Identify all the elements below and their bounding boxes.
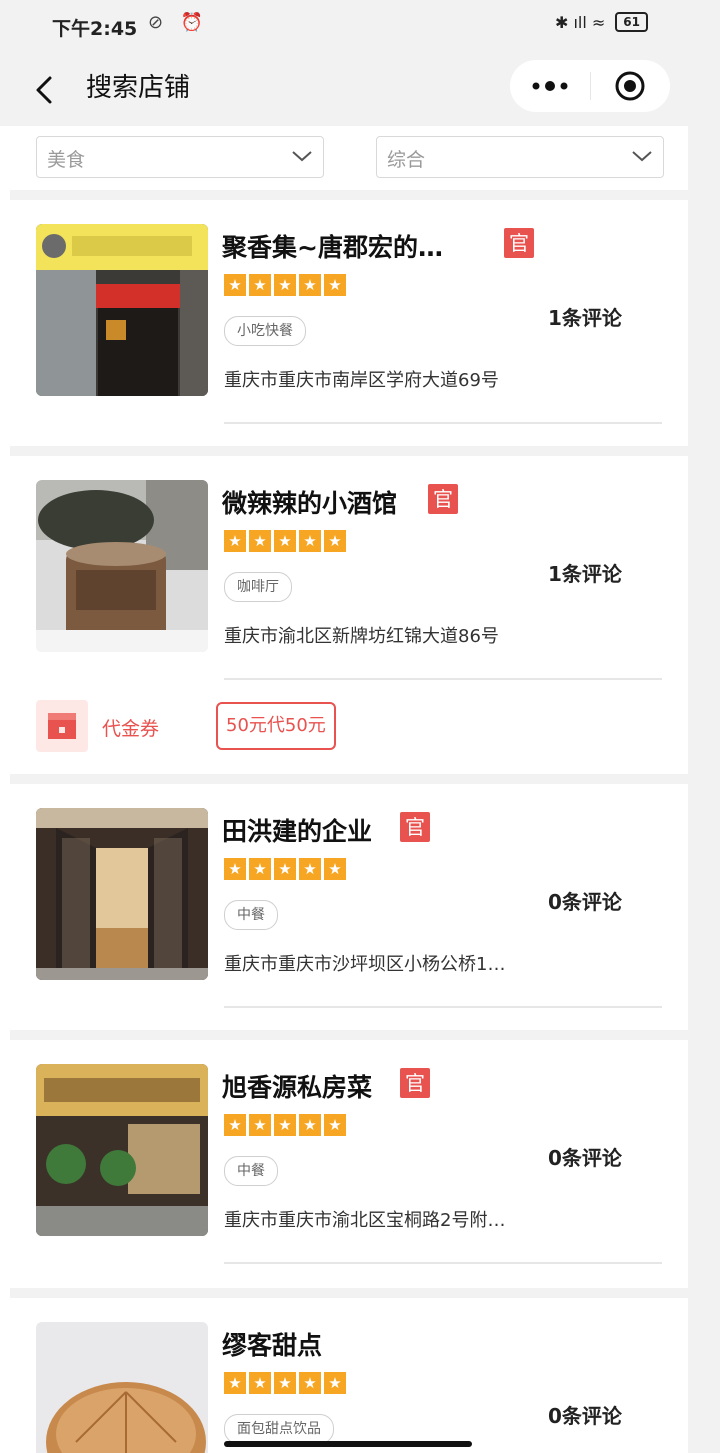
category-filter[interactable]: 美食 <box>36 136 324 178</box>
item-divider <box>224 1006 662 1008</box>
close-button[interactable] <box>591 60 669 112</box>
battery-icon: 61 <box>615 12 648 32</box>
shop-name: 缪客甜点 <box>222 1331 323 1360</box>
item-divider <box>224 1262 662 1264</box>
category-tag: 中餐 <box>224 1156 278 1186</box>
star-icon: ★ <box>299 1372 321 1394</box>
shop-item[interactable]: 缪客甜点 ★ ★ ★ ★ ★ 面包甜点饮品 0条评论 <box>10 1298 688 1453</box>
star-icon: ★ <box>324 858 346 880</box>
star-icon: ★ <box>299 530 321 552</box>
filter-bar: 美食 综合 <box>10 126 688 190</box>
voucher-offer-tag[interactable]: 50元代50元 <box>216 702 336 750</box>
shop-name: 田洪建的企业 <box>222 817 373 846</box>
more-dots-icon <box>532 81 568 91</box>
nav-bar: 搜索店铺 <box>0 54 688 126</box>
mini-program-capsule <box>510 60 670 112</box>
star-icon: ★ <box>224 530 246 552</box>
category-tag: 小吃快餐 <box>224 316 306 346</box>
category-tag: 咖啡厅 <box>224 572 292 602</box>
status-bar: 下午2:45 ⊘ ⏰ ✱ ıll ≈ 61 <box>0 0 688 54</box>
star-icon: ★ <box>224 1114 246 1136</box>
section-divider <box>10 774 688 784</box>
category-tag: 中餐 <box>224 900 278 930</box>
target-close-icon <box>615 71 645 101</box>
shop-photo <box>36 808 208 980</box>
rating-stars: ★ ★ ★ ★ ★ <box>224 858 346 880</box>
status-left-icons: ⊘ ⏰ <box>148 12 210 33</box>
star-icon: ★ <box>299 858 321 880</box>
shop-name: 旭香源私房菜 <box>222 1073 373 1102</box>
star-icon: ★ <box>249 1114 271 1136</box>
shop-address: 重庆市重庆市渝北区宝桐路2号附… <box>224 1210 506 1231</box>
star-icon: ★ <box>249 1372 271 1394</box>
shop-name: 微辣辣的小酒馆 <box>222 489 398 518</box>
star-icon: ★ <box>324 274 346 296</box>
review-count: 0条评论 <box>548 1146 622 1170</box>
category-filter-label: 美食 <box>47 149 86 171</box>
shop-item[interactable]: 聚香集~唐郡宏的… 官 ★ ★ ★ ★ ★ 小吃快餐 重庆市重庆市南岸区学府大道… <box>10 200 688 446</box>
star-icon: ★ <box>274 858 296 880</box>
star-icon: ★ <box>299 1114 321 1136</box>
star-icon: ★ <box>274 1372 296 1394</box>
star-icon: ★ <box>274 274 296 296</box>
item-divider <box>224 422 662 424</box>
star-icon: ★ <box>249 274 271 296</box>
star-icon: ★ <box>324 1372 346 1394</box>
rating-stars: ★ ★ ★ ★ ★ <box>224 530 346 552</box>
status-right-icons: ✱ ıll ≈ 61 <box>555 12 648 32</box>
official-badge: 官 <box>400 812 430 842</box>
star-icon: ★ <box>324 530 346 552</box>
star-icon: ★ <box>274 530 296 552</box>
voucher-label: 代金券 <box>102 718 160 740</box>
chevron-down-icon <box>292 151 312 162</box>
star-icon: ★ <box>224 858 246 880</box>
home-indicator[interactable] <box>224 1441 472 1447</box>
review-count: 0条评论 <box>548 1404 622 1428</box>
status-time: 下午2:45 <box>52 18 138 40</box>
section-divider <box>10 1288 688 1298</box>
rating-stars: ★ ★ ★ ★ ★ <box>224 274 346 296</box>
section-divider <box>10 1030 688 1040</box>
chevron-left-icon[interactable] <box>32 70 60 110</box>
rating-stars: ★ ★ ★ ★ ★ <box>224 1114 346 1136</box>
official-badge: 官 <box>400 1068 430 1098</box>
category-tag: 面包甜点饮品 <box>224 1414 334 1444</box>
gift-coupon-icon <box>36 700 88 752</box>
shop-item[interactable]: 旭香源私房菜 官 ★ ★ ★ ★ ★ 中餐 重庆市重庆市渝北区宝桐路2号附… 0… <box>10 1040 688 1288</box>
signal-icon: ✱ ıll ≈ <box>554 12 606 32</box>
star-icon: ★ <box>224 274 246 296</box>
shop-photo <box>36 224 208 396</box>
sort-filter-label: 综合 <box>387 149 426 171</box>
official-badge: 官 <box>428 484 458 514</box>
star-icon: ★ <box>299 274 321 296</box>
star-icon: ★ <box>274 1114 296 1136</box>
app-screen: 下午2:45 ⊘ ⏰ ✱ ıll ≈ 61 搜索店铺 美食 综合 聚香集~唐郡宏… <box>0 0 688 1453</box>
more-button[interactable] <box>510 60 590 112</box>
shop-address: 重庆市重庆市沙坪坝区小杨公桥1… <box>224 954 506 975</box>
review-count: 1条评论 <box>548 306 622 330</box>
voucher-row: 代金券 50元代50元 <box>10 682 688 774</box>
star-icon: ★ <box>249 858 271 880</box>
shop-address: 重庆市重庆市南岸区学府大道69号 <box>224 370 499 391</box>
star-icon: ★ <box>249 530 271 552</box>
shop-photo <box>36 1322 208 1453</box>
item-divider <box>224 678 662 680</box>
shop-item[interactable]: 微辣辣的小酒馆 官 ★ ★ ★ ★ ★ 咖啡厅 重庆市渝北区新牌坊红锦大道86号… <box>10 456 688 682</box>
section-divider <box>10 446 688 456</box>
shop-name: 聚香集~唐郡宏的… <box>222 233 443 262</box>
shop-item[interactable]: 田洪建的企业 官 ★ ★ ★ ★ ★ 中餐 重庆市重庆市沙坪坝区小杨公桥1… 0… <box>10 784 688 1030</box>
shop-photo <box>36 480 208 652</box>
section-divider <box>10 190 688 200</box>
chevron-down-icon <box>632 151 652 162</box>
sort-filter[interactable]: 综合 <box>376 136 664 178</box>
star-icon: ★ <box>224 1372 246 1394</box>
official-badge: 官 <box>504 228 534 258</box>
page-title: 搜索店铺 <box>86 73 191 103</box>
star-icon: ★ <box>324 1114 346 1136</box>
review-count: 0条评论 <box>548 890 622 914</box>
shop-address: 重庆市渝北区新牌坊红锦大道86号 <box>224 626 499 647</box>
rating-stars: ★ ★ ★ ★ ★ <box>224 1372 346 1394</box>
review-count: 1条评论 <box>548 562 622 586</box>
shop-photo <box>36 1064 208 1236</box>
